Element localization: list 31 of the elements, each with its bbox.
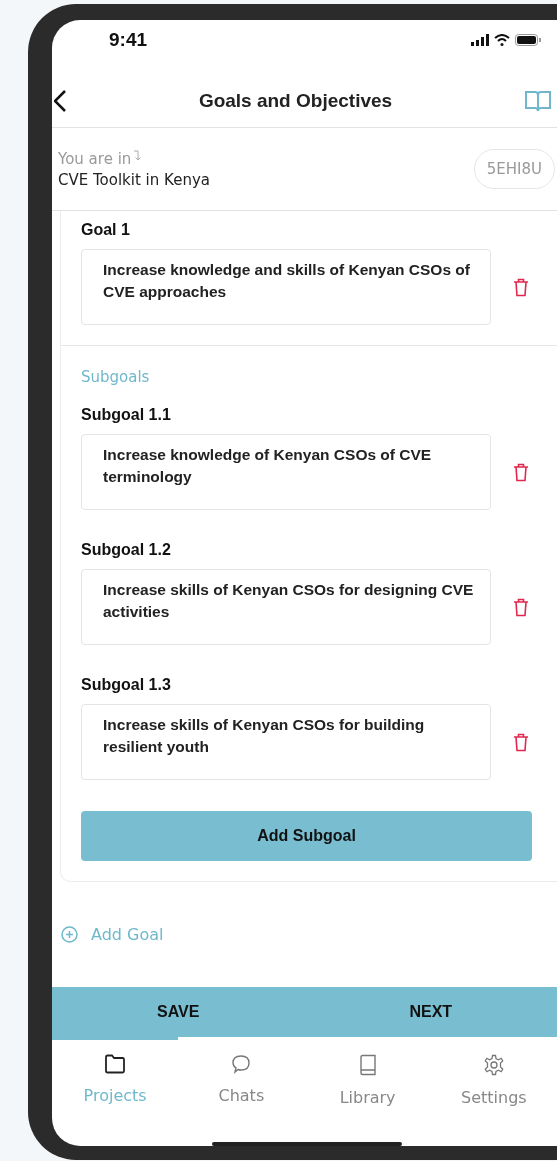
subgoal-input-field[interactable]: Increase skills of Kenyan CSOs for designing CVE activities [81,569,491,645]
trash-icon[interactable] [513,277,529,297]
subgoal-title: Subgoal 1.2 [81,541,172,559]
add-subgoal-button[interactable]: Add Subgoal [81,811,532,861]
back-icon[interactable] [54,90,66,112]
goal-input-field[interactable]: Increase knowledge and skills of Kenyan CSOs of CVE approaches [81,249,491,325]
folder-icon [104,1054,127,1074]
tab-item[interactable]: Settings [430,1037,557,1117]
goal-title: Goal 1 [81,221,131,239]
turn-down-arrow-icon [133,149,143,161]
settings-icon [482,1054,505,1076]
next-button[interactable]: NEXT [304,987,557,1037]
wifi-icon [494,33,510,46]
subgoals-heading: Subgoals [81,368,151,386]
trash-icon[interactable] [513,732,529,752]
tab-item[interactable]: Library [304,1037,431,1117]
subgoal-title: Subgoal 1.3 [81,676,172,694]
subgoal-input-field[interactable]: Increase skills of Kenyan CSOs for building resilient youth [81,704,491,780]
subgoal-input-field[interactable]: Increase knowledge of Kenyan CSOs of CVE terminology [81,434,491,510]
tab-item[interactable]: Chats [178,1037,305,1117]
save-button[interactable]: SAVE [52,987,305,1037]
speech-bubble-icon [230,1054,253,1074]
subgoal-title: Subgoal 1.1 [81,406,172,424]
status-time: 9:41 [109,28,148,51]
context-label: You are in [58,149,132,168]
trash-icon[interactable] [513,597,529,617]
signal-icon [471,33,489,46]
project-name: CVE Toolkit in Kenya [58,170,210,189]
page-title: Goals and Objectives [198,90,393,112]
battery-icon [515,33,541,46]
trash-icon[interactable] [513,462,529,482]
